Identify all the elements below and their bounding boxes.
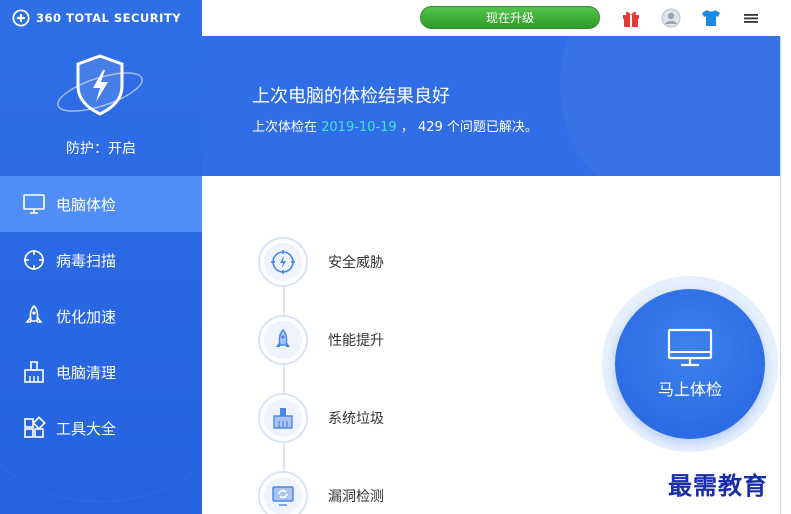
check-item-junk: 系统垃圾 bbox=[258, 393, 384, 443]
sidebar: 360 TOTAL SECURITY 防护：开启 电脑体检 病毒扫描 优化加速 bbox=[0, 0, 202, 514]
sidebar-item-label: 电脑体检 bbox=[56, 195, 117, 214]
sidebar-item-cleanup[interactable]: 电脑清理 bbox=[0, 344, 202, 400]
check-item-security: 安全威胁 bbox=[258, 237, 384, 287]
broom-icon bbox=[22, 360, 46, 384]
scan-now-button[interactable]: 马上体检 bbox=[615, 289, 765, 439]
title-bar: 现在升级 bbox=[202, 0, 791, 36]
shield-icon bbox=[52, 52, 148, 116]
monitor-icon bbox=[667, 328, 713, 367]
brand-name: 360 TOTAL SECURITY bbox=[36, 11, 182, 25]
sidebar-item-label: 工具大全 bbox=[56, 419, 117, 438]
scan-button-halo: 马上体检 bbox=[602, 276, 778, 452]
last-check-date: 2019-10-19 bbox=[321, 120, 397, 135]
checkup-panel: 安全威胁 性能提升 系统垃圾 漏洞检测 马上体检 bbox=[202, 176, 780, 514]
banner-subtitle: 上次体检在 2019-10-19 ， 429 个问题已解决。 bbox=[252, 116, 538, 135]
shield-bolt-icon bbox=[264, 243, 302, 281]
gift-icon[interactable] bbox=[620, 7, 642, 29]
check-label: 系统垃圾 bbox=[328, 411, 384, 427]
window-edge bbox=[780, 36, 781, 514]
menu-icon[interactable] bbox=[740, 7, 762, 29]
check-label: 漏洞检测 bbox=[328, 489, 384, 505]
monitor-icon bbox=[22, 192, 46, 216]
sidebar-item-tools[interactable]: 工具大全 bbox=[0, 400, 202, 456]
protection-status: 防护：开启 bbox=[66, 141, 136, 157]
sidebar-item-virus-scan[interactable]: 病毒扫描 bbox=[0, 232, 202, 288]
check-circle bbox=[258, 393, 308, 443]
status-banner: 上次电脑的体检结果良好 上次体检在 2019-10-19 ， 429 个问题已解… bbox=[202, 36, 780, 176]
sidebar-item-speedup[interactable]: 优化加速 bbox=[0, 288, 202, 344]
sidebar-item-label: 病毒扫描 bbox=[56, 251, 117, 270]
check-circle bbox=[258, 237, 308, 287]
sidebar-nav: 电脑体检 病毒扫描 优化加速 电脑清理 工具大全 bbox=[0, 176, 202, 456]
watermark: 最需教育 bbox=[668, 471, 768, 500]
sidebar-item-label: 优化加速 bbox=[56, 307, 117, 326]
logo-plus-icon bbox=[12, 9, 30, 27]
refresh-monitor-icon bbox=[264, 477, 302, 514]
banner-title: 上次电脑的体检结果良好 bbox=[252, 86, 450, 107]
check-circle bbox=[258, 471, 308, 514]
brand: 360 TOTAL SECURITY bbox=[12, 8, 181, 28]
sidebar-item-checkup[interactable]: 电脑体检 bbox=[0, 176, 202, 232]
rocket-icon bbox=[264, 321, 302, 359]
tshirt-icon[interactable] bbox=[700, 7, 722, 29]
avatar-icon[interactable] bbox=[660, 7, 682, 29]
check-item-vulnerability: 漏洞检测 bbox=[258, 471, 384, 514]
check-circle bbox=[258, 315, 308, 365]
check-label: 安全威胁 bbox=[328, 255, 384, 271]
crosshair-icon bbox=[22, 248, 46, 272]
last-check-prefix: 上次体检在 bbox=[252, 120, 322, 135]
rocket-icon bbox=[22, 304, 46, 328]
apps-grid-icon bbox=[22, 416, 46, 440]
scan-now-label: 马上体检 bbox=[657, 380, 722, 399]
broom-icon bbox=[264, 399, 302, 437]
sidebar-item-label: 电脑清理 bbox=[56, 363, 117, 382]
check-item-performance: 性能提升 bbox=[258, 315, 384, 365]
upgrade-button[interactable]: 现在升级 bbox=[420, 6, 600, 29]
last-check-suffix: ， 429 个问题已解决。 bbox=[396, 120, 538, 135]
check-label: 性能提升 bbox=[328, 333, 384, 349]
